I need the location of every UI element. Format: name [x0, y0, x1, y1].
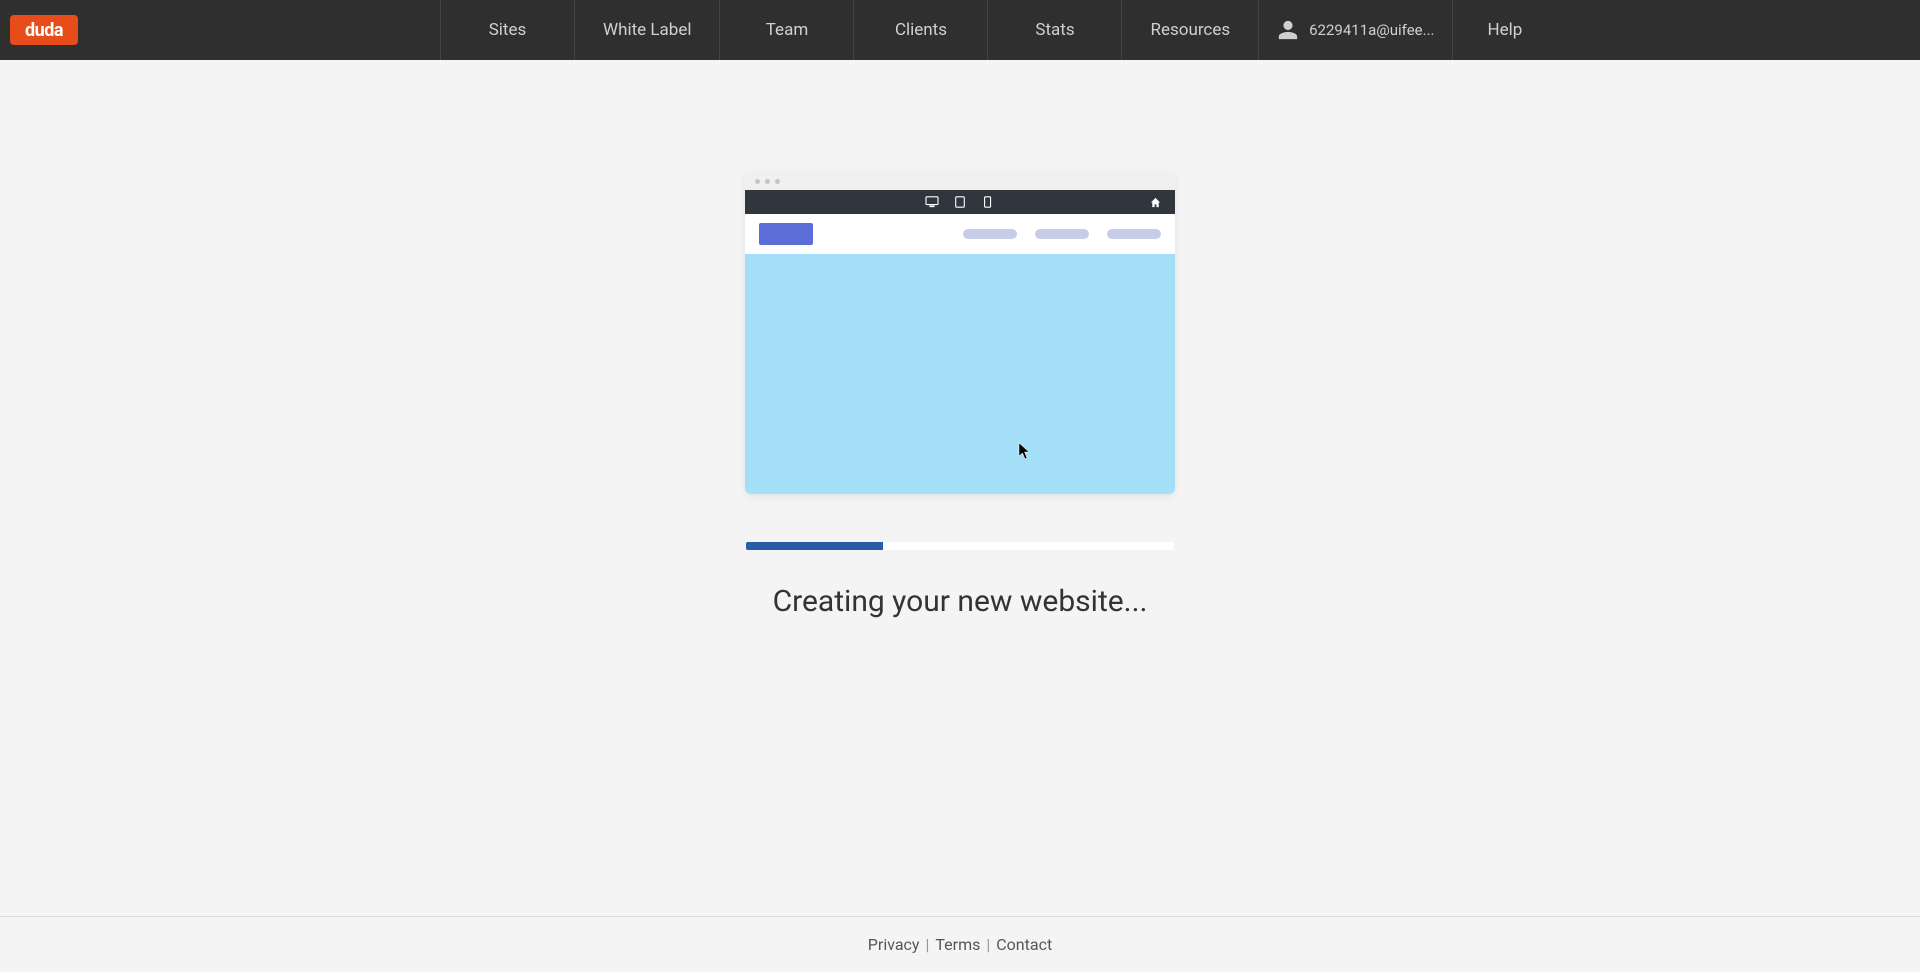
home-icon-wrapper [1150, 193, 1161, 212]
preview-titlebar [745, 172, 1175, 190]
top-nav: duda Sites White Label Team Clients Stat… [0, 0, 1920, 60]
home-icon [1150, 197, 1161, 208]
logo-container: duda [0, 15, 440, 45]
window-dot-icon [775, 179, 780, 184]
preview-menu [745, 214, 1175, 254]
nav-help[interactable]: Help [1453, 0, 1556, 60]
nav-clients[interactable]: Clients [853, 0, 987, 60]
nav-items: Sites White Label Team Clients Stats Res… [440, 0, 1259, 60]
nav-white-label[interactable]: White Label [574, 0, 719, 60]
main-content: Creating your new website... [0, 60, 1920, 916]
tablet-icon [953, 196, 967, 208]
menu-link-placeholder [1107, 229, 1161, 239]
menu-link-placeholder [1035, 229, 1089, 239]
preview-toolbar [745, 190, 1175, 214]
nav-resources[interactable]: Resources [1121, 0, 1259, 60]
mobile-icon [981, 196, 995, 208]
window-dot-icon [755, 179, 760, 184]
nav-stats[interactable]: Stats [987, 0, 1121, 60]
nav-team[interactable]: Team [719, 0, 853, 60]
nav-sites[interactable]: Sites [440, 0, 574, 60]
window-dot-icon [765, 179, 770, 184]
user-menu[interactable]: 6229411a@uifee... [1259, 0, 1453, 60]
progress-section: Creating your new website... [746, 542, 1174, 619]
footer: Privacy | Terms | Contact [0, 916, 1920, 972]
desktop-icon [925, 196, 939, 208]
separator: | [986, 935, 990, 954]
progress-bar-fill [746, 542, 883, 550]
progress-bar [746, 542, 1174, 550]
separator: | [925, 935, 929, 954]
duda-logo[interactable]: duda [10, 15, 78, 45]
user-email: 6229411a@uifee... [1309, 21, 1434, 39]
menu-link-placeholder [963, 229, 1017, 239]
menu-logo-placeholder [759, 223, 813, 245]
preview-body [745, 254, 1175, 494]
menu-links [963, 229, 1161, 239]
user-icon [1277, 19, 1299, 41]
status-text: Creating your new website... [746, 584, 1174, 619]
preview-window [745, 172, 1175, 494]
footer-terms-link[interactable]: Terms [935, 935, 980, 954]
footer-contact-link[interactable]: Contact [996, 935, 1052, 954]
footer-privacy-link[interactable]: Privacy [868, 935, 920, 954]
